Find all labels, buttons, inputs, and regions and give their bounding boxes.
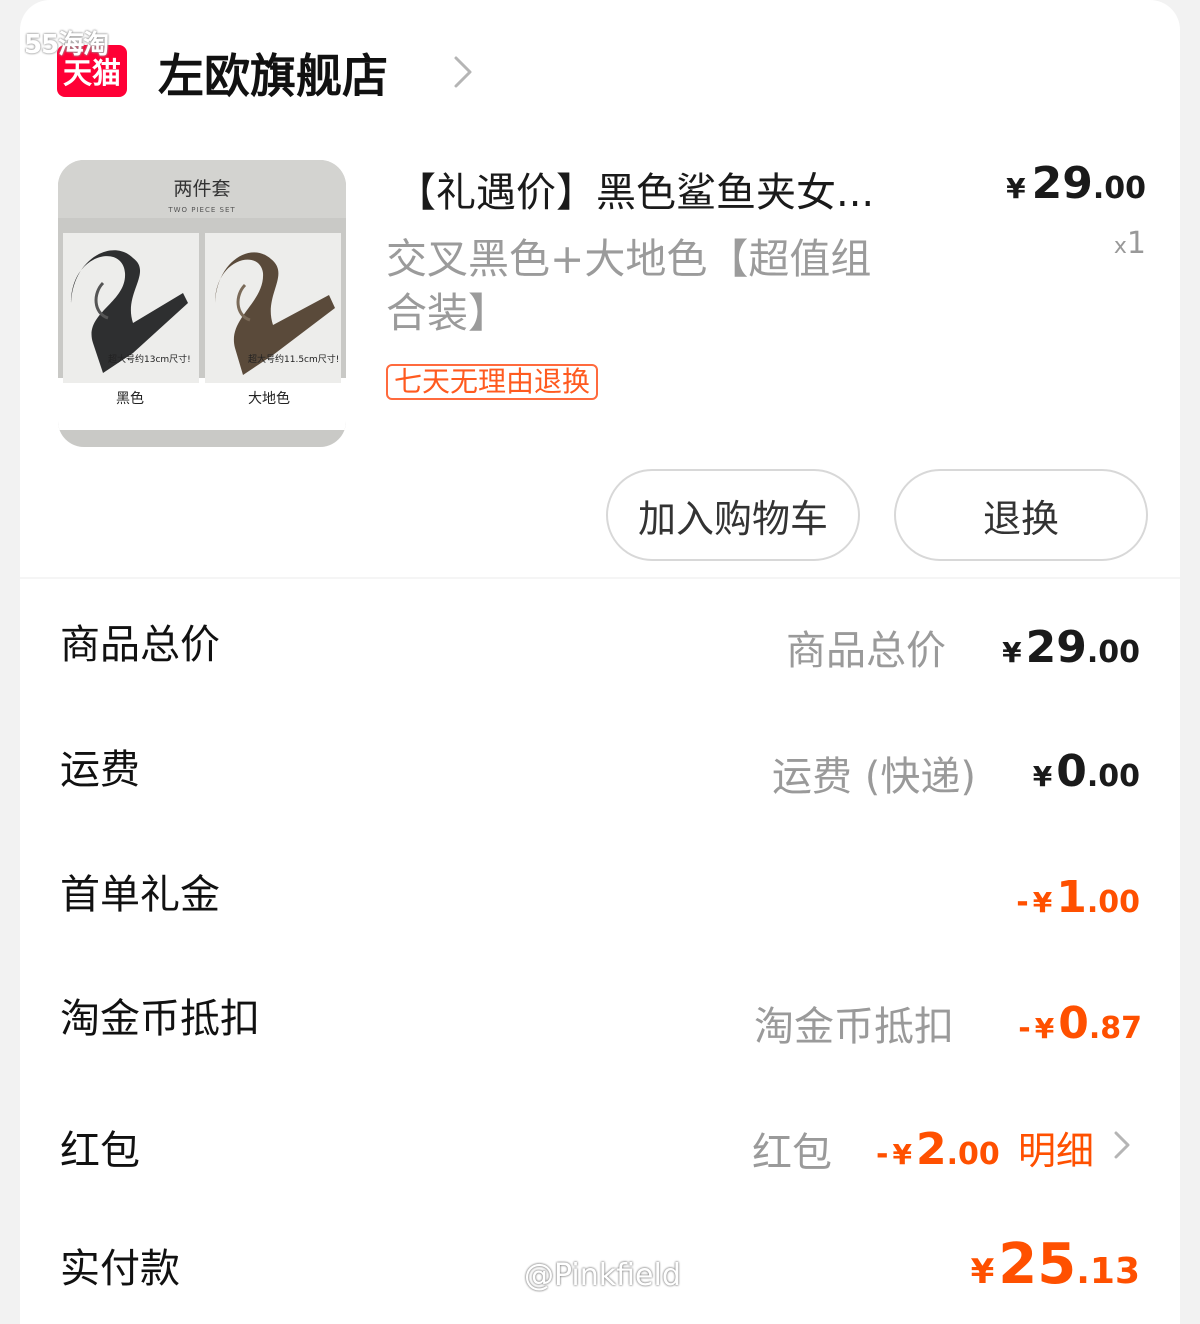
- goods-total-label: 商品总价: [60, 622, 220, 668]
- amount-integer: 0: [1056, 746, 1087, 797]
- coins-deduction-label: 淘金币抵扣: [60, 996, 260, 1042]
- amount-decimal: .13: [1076, 1251, 1140, 1292]
- thumbnail-title: 两件套: [173, 178, 231, 200]
- thumbnail-footer: [58, 430, 346, 447]
- minus-sign: -: [1018, 1011, 1031, 1046]
- amount-decimal: .00: [1086, 635, 1140, 670]
- brown-size-caption: 超大号约11.5cm尺寸!: [248, 355, 340, 365]
- black-label: 黑色: [116, 391, 144, 407]
- red-packet-detail-link[interactable]: 明细: [1018, 1120, 1094, 1175]
- red-packet-label: 红包: [60, 1128, 140, 1174]
- section-divider: [20, 577, 1180, 579]
- shipping-sublabel: 运费 (快递): [772, 754, 976, 800]
- thumbnail-subtitle: TWO PIECE SET: [168, 206, 236, 214]
- minus-sign: -: [1016, 885, 1029, 920]
- price-integer: 29: [1031, 158, 1093, 209]
- amount-decimal: .00: [1086, 885, 1140, 920]
- amount-decimal: .00: [946, 1137, 1000, 1172]
- shipping-label: 运费: [60, 747, 140, 793]
- currency-symbol: ¥: [970, 1252, 995, 1292]
- return-exchange-button[interactable]: 退换: [894, 469, 1148, 561]
- amount-integer: 29: [1025, 622, 1087, 673]
- shipping-amount: ¥0.00: [1033, 746, 1140, 797]
- product-price: ¥29.00: [1006, 158, 1146, 209]
- paid-total-label: 实付款: [60, 1246, 180, 1292]
- paid-total-amount: ¥25.13: [971, 1232, 1140, 1297]
- coins-deduction-sublabel: 淘金币抵扣: [754, 1004, 954, 1050]
- currency-symbol: ¥: [1034, 1012, 1055, 1045]
- price-decimal: .00: [1092, 171, 1146, 206]
- return-policy-badge: 七天无理由退换: [386, 364, 599, 400]
- product-spec: 交叉黑色+大地色【超值组合装】: [386, 235, 872, 337]
- watermark-bottom: @Pinkfield: [524, 1258, 681, 1293]
- minus-sign: -: [876, 1137, 889, 1172]
- goods-total-sublabel: 商品总价: [786, 628, 946, 674]
- currency-symbol: ¥: [1006, 172, 1026, 205]
- red-packet-amount: - ¥2.00: [876, 1124, 1000, 1175]
- chevron-right-icon[interactable]: [1110, 1128, 1134, 1162]
- qty-value: 1: [1126, 226, 1146, 261]
- black-size-caption: 超大号约13cm尺寸!: [108, 355, 191, 365]
- coins-deduction-amount: - ¥0.87: [1018, 998, 1142, 1049]
- qty-x: x: [1113, 234, 1127, 259]
- amount-integer: 2: [915, 1124, 947, 1175]
- amount-decimal: .00: [1086, 759, 1140, 794]
- product-quantity: x1: [1114, 226, 1146, 261]
- watermark-top: 55海淘: [24, 30, 109, 60]
- brown-label: 大地色: [248, 391, 290, 407]
- product-title[interactable]: 【礼遇价】黑色鲨鱼夹女...: [396, 160, 874, 218]
- first-order-gift-amount: - ¥1.00: [1016, 872, 1140, 923]
- currency-symbol: ¥: [1002, 636, 1022, 669]
- amount-integer: 1: [1056, 872, 1087, 923]
- product-thumbnail[interactable]: 两件套 TWO PIECE SET 超大号约13cm尺寸! 超大号约11.5cm…: [58, 160, 346, 447]
- currency-symbol: ¥: [1032, 760, 1053, 793]
- chevron-right-icon[interactable]: [448, 52, 478, 92]
- currency-symbol: ¥: [1032, 886, 1053, 919]
- amount-integer: 25: [998, 1232, 1077, 1297]
- add-to-cart-button[interactable]: 加入购物车: [606, 469, 860, 561]
- red-packet-sublabel: 红包: [752, 1130, 832, 1176]
- amount-integer: 0: [1058, 998, 1089, 1049]
- store-name[interactable]: 左欧旗舰店: [158, 40, 388, 106]
- first-order-gift-label: 首单礼金: [60, 872, 220, 918]
- goods-total-amount: ¥29.00: [1002, 622, 1140, 673]
- amount-decimal: .87: [1088, 1011, 1142, 1046]
- currency-symbol: ¥: [892, 1138, 912, 1171]
